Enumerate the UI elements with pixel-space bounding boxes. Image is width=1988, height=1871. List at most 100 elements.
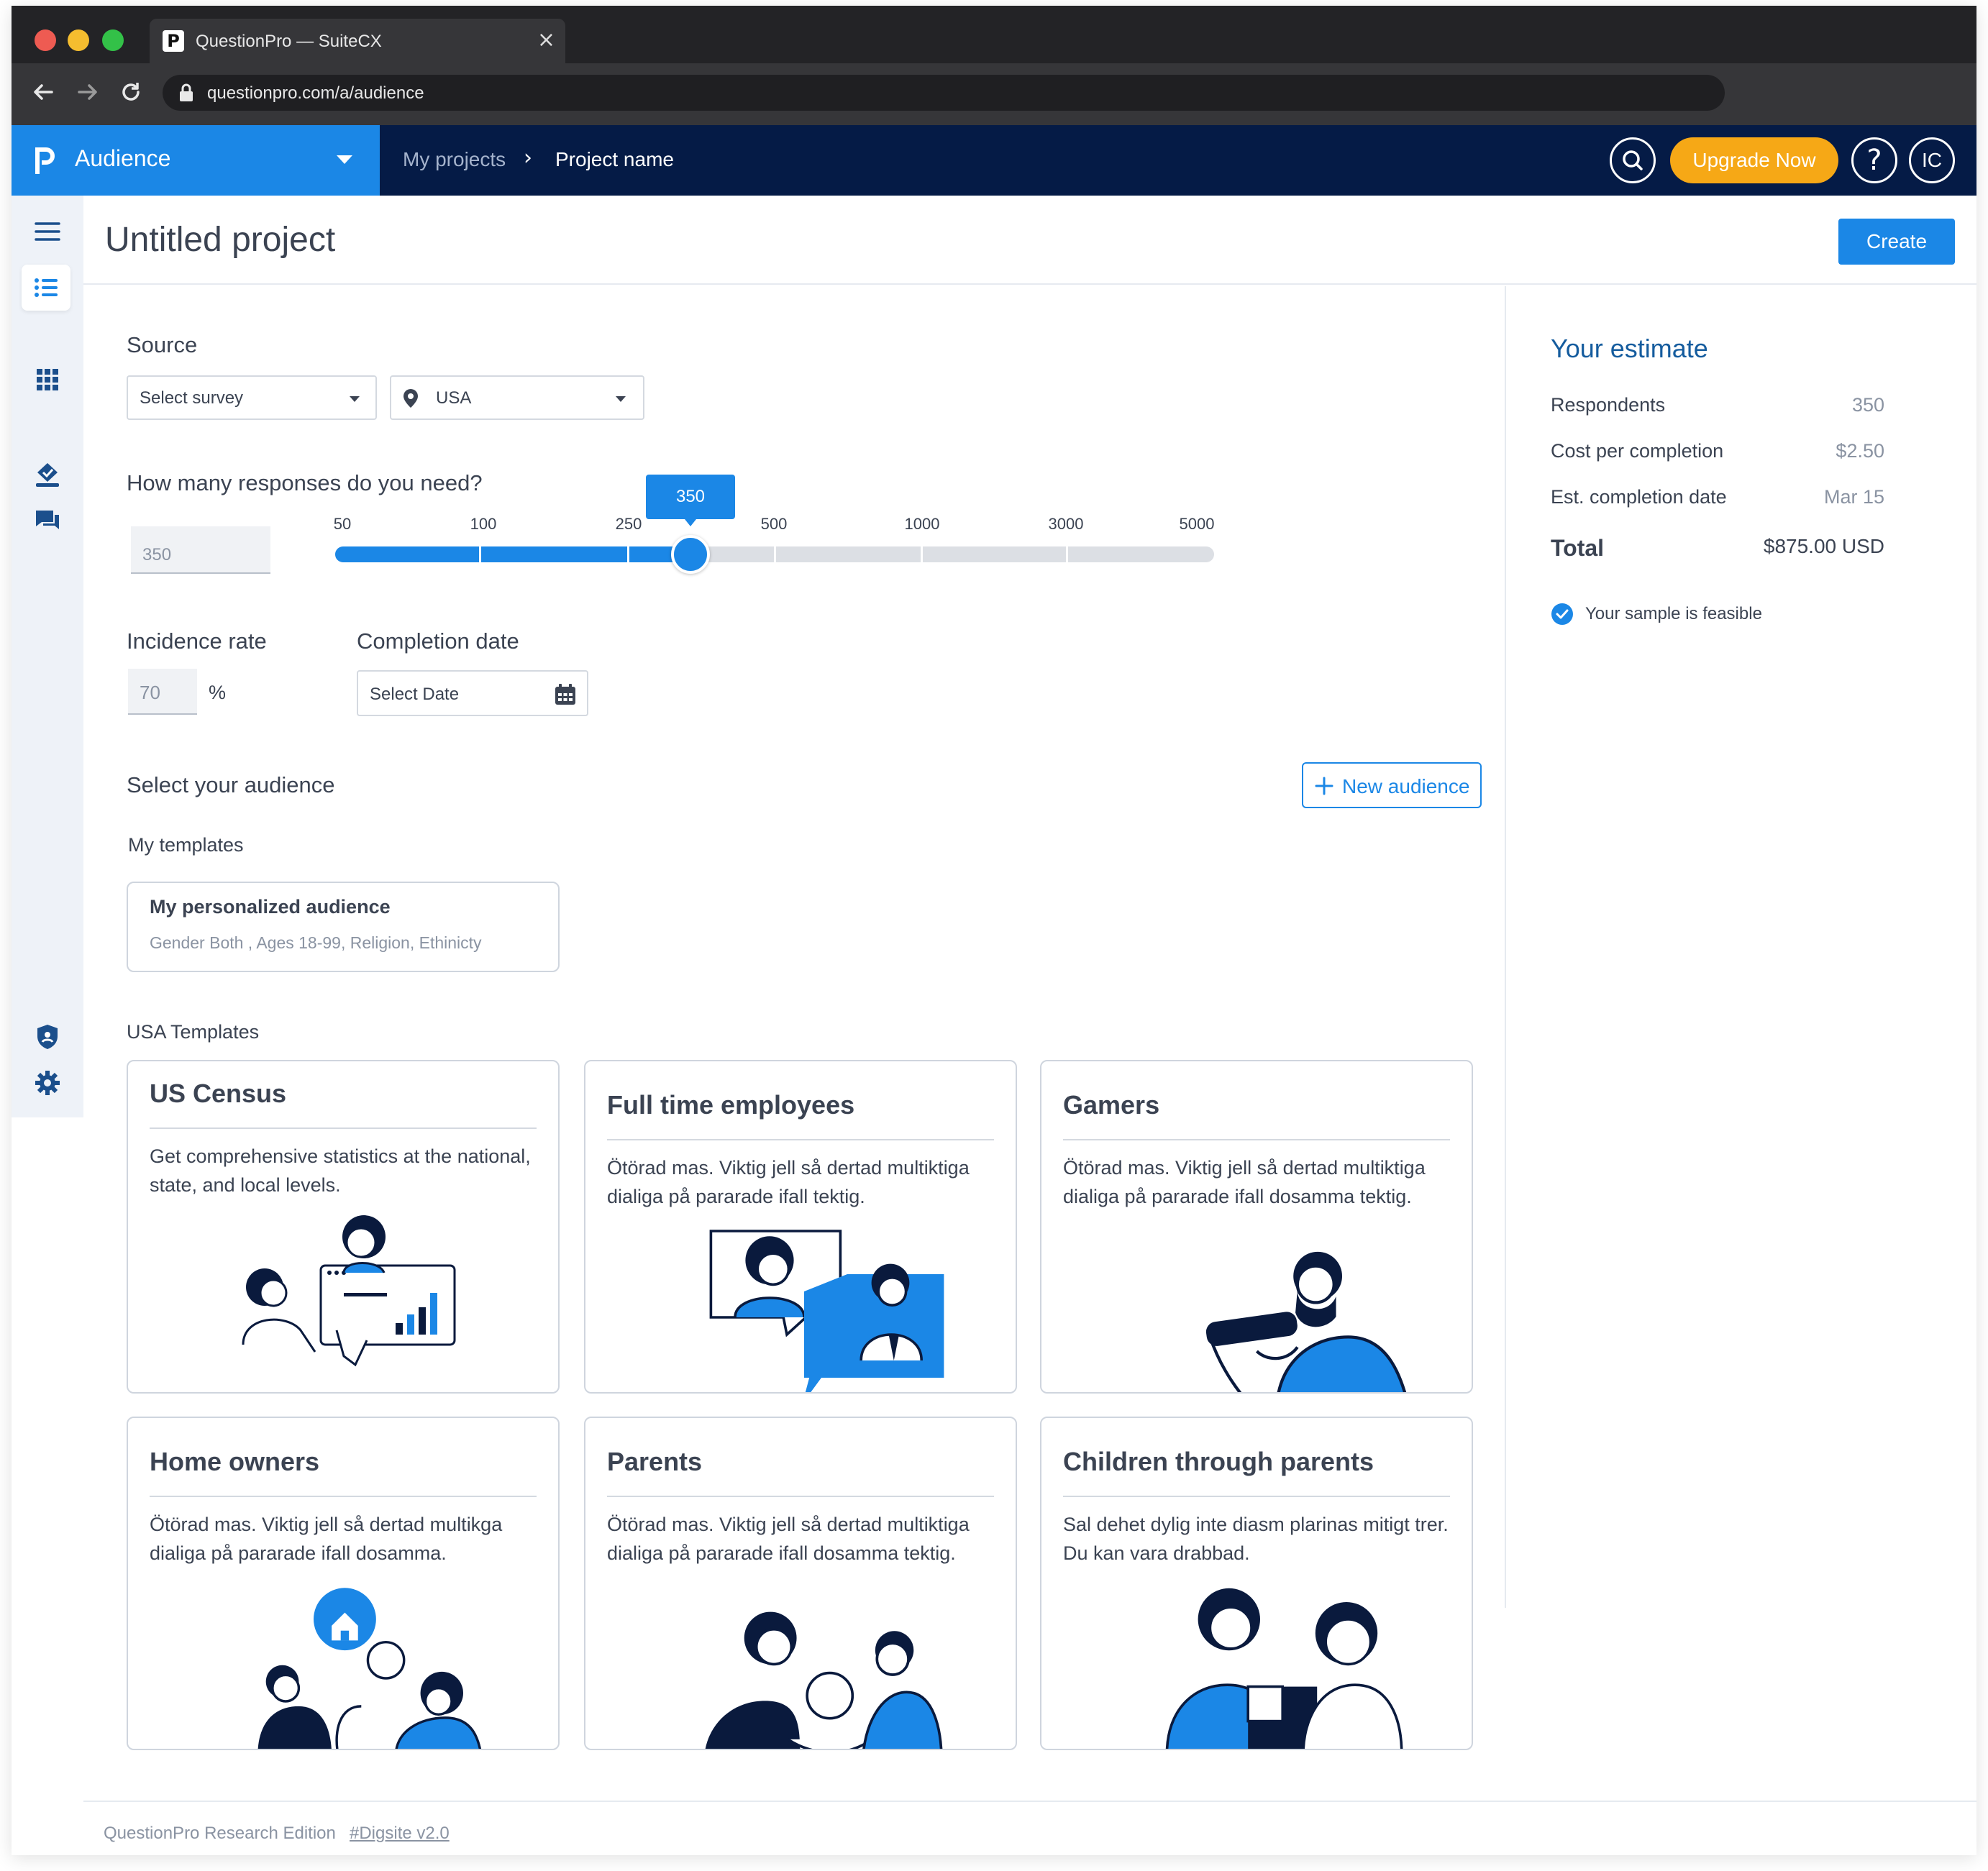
shield-icon[interactable]: [33, 1023, 62, 1051]
product-switcher[interactable]: Audience: [12, 125, 380, 196]
home-owners-illustration-icon: [257, 1588, 482, 1749]
card-divider: [1063, 1496, 1450, 1497]
slider-tick-label: 250: [615, 515, 642, 533]
back-arrow-icon[interactable]: [30, 79, 56, 111]
estimate-value: 350: [1851, 394, 1884, 416]
card-divider: [1063, 1139, 1450, 1140]
card-divider: [150, 1496, 537, 1497]
card-divider: [607, 1139, 994, 1140]
card-title: Gamers: [1063, 1090, 1160, 1120]
url-field[interactable]: questionpro.com/a/audience: [163, 75, 1725, 111]
card-divider: [607, 1496, 994, 1497]
template-card-gamers[interactable]: Gamers Ötörad mas. Viktig jell så dertad…: [1040, 1060, 1473, 1394]
estimate-title: Your estimate: [1551, 334, 1708, 363]
footer-edition: QuestionPro Research Edition: [104, 1824, 336, 1843]
chat-icon[interactable]: [33, 506, 62, 535]
template-card-us-census[interactable]: US Census Get comprehensive statistics a…: [127, 1060, 560, 1394]
card-title: US Census: [150, 1079, 287, 1108]
slider-tick-label: 50: [333, 515, 352, 533]
country-select[interactable]: USA: [390, 375, 644, 420]
card-divider: [150, 1127, 537, 1129]
completion-date-placeholder: Select Date: [370, 685, 460, 704]
estimate-divider: [1505, 286, 1506, 1608]
card-title: Full time employees: [607, 1090, 855, 1120]
browser-addressbar: questionpro.com/a/audience: [12, 63, 1976, 125]
slider-segment-divider: [627, 546, 629, 562]
responses-heading: How many responses do you need?: [127, 470, 483, 495]
product-name: Audience: [75, 145, 171, 171]
minimize-window-button[interactable]: [68, 29, 89, 51]
total-label: Total: [1551, 535, 1605, 561]
page-titlebar: Untitled project Create: [83, 196, 1976, 285]
card-desc: Ötörad mas. Viktig jell så dertad multik…: [607, 1514, 970, 1564]
chevron-down-icon: [350, 396, 360, 402]
my-templates-heading: My templates: [128, 834, 244, 856]
location-pin-icon: [403, 389, 418, 408]
forward-arrow-icon[interactable]: [75, 79, 101, 111]
list-icon: [32, 273, 60, 302]
search-icon: [1623, 150, 1643, 170]
completion-heading: Completion date: [357, 628, 519, 654]
chevron-down-icon: [337, 155, 352, 164]
maximize-window-button[interactable]: [102, 29, 124, 51]
card-desc: Sal dehet dylig inte diasm plarinas miti…: [1063, 1514, 1449, 1564]
card-desc: Ötörad mas. Viktig jell så dertad multik…: [150, 1514, 503, 1564]
search-button[interactable]: [1610, 137, 1656, 183]
slider-tick-label: 1000: [904, 515, 940, 533]
percent-unit: %: [209, 682, 227, 703]
audience-heading: Select your audience: [127, 772, 335, 797]
responses-slider-handle[interactable]: [671, 535, 710, 574]
incidence-input[interactable]: 70: [128, 669, 197, 715]
favicon-icon: P: [163, 30, 184, 52]
card-title: Children through parents: [1063, 1447, 1374, 1476]
menu-icon[interactable]: [33, 217, 62, 246]
chevron-down-icon: [616, 396, 626, 402]
survey-select[interactable]: Select survey: [127, 375, 377, 420]
survey-select-value: Select survey: [140, 388, 244, 408]
grid-icon[interactable]: [33, 365, 62, 394]
estimate-label: Cost per completion: [1551, 440, 1724, 462]
left-rail: [12, 196, 83, 1117]
card-title: Parents: [607, 1447, 703, 1476]
template-card-full-time-employees[interactable]: Full time employees Ötörad mas. Viktig j…: [584, 1060, 1017, 1394]
card-title: Home owners: [150, 1447, 320, 1476]
responses-input[interactable]: 350: [131, 526, 270, 574]
footer-version-link[interactable]: #Digsite v2.0: [350, 1824, 450, 1844]
slider-tick-label: 5000: [1179, 515, 1215, 533]
new-audience-button[interactable]: New audience: [1302, 762, 1482, 808]
usa-templates-heading: USA Templates: [127, 1021, 260, 1043]
slider-segment-divider: [1066, 546, 1068, 562]
gamers-illustration-icon: [1205, 1251, 1407, 1392]
template-card-children-through-parents[interactable]: Children through parents Sal dehet dylig…: [1040, 1417, 1473, 1750]
completion-date-field[interactable]: Select Date: [357, 670, 588, 716]
avatar[interactable]: IC: [1909, 137, 1955, 183]
create-button[interactable]: Create: [1838, 219, 1955, 265]
breadcrumb-my-projects[interactable]: My projects: [403, 148, 506, 171]
tab-title: QuestionPro — SuiteCX: [196, 32, 382, 51]
slider-tick-label: 100: [470, 515, 497, 533]
gear-icon[interactable]: [33, 1069, 62, 1097]
tab-close-icon[interactable]: ×: [537, 27, 555, 52]
slider-tick-label: 3000: [1048, 515, 1084, 533]
upgrade-now-button[interactable]: Upgrade Now: [1670, 137, 1838, 183]
responses-slider-fill: [335, 546, 690, 562]
total-value: $875.00 USD: [1763, 535, 1884, 557]
page-title[interactable]: Untitled project: [105, 220, 335, 260]
personalized-audience-card[interactable]: My personalized audience Gender Both , A…: [127, 882, 560, 972]
template-card-home-owners[interactable]: Home owners Ötörad mas. Viktig jell så d…: [127, 1417, 560, 1750]
responses-slider-track[interactable]: [335, 546, 1214, 562]
calendar-icon[interactable]: [554, 683, 577, 706]
ballot-icon[interactable]: [33, 460, 62, 489]
browser-tab[interactable]: P QuestionPro — SuiteCX ×: [150, 19, 565, 63]
employees-illustration-icon: [709, 1230, 944, 1392]
estimate-value: Mar 15: [1823, 486, 1884, 508]
close-window-button[interactable]: [35, 29, 56, 51]
estimate-row-cost: Cost per completion $2.50: [1551, 440, 1884, 469]
lock-icon: [180, 83, 193, 101]
card-desc: Ötörad mas. Viktig jell så dertad multik…: [607, 1157, 970, 1207]
incidence-heading: Incidence rate: [127, 628, 267, 654]
reload-icon[interactable]: [118, 79, 144, 111]
template-card-parents[interactable]: Parents Ötörad mas. Viktig jell så derta…: [584, 1417, 1017, 1750]
slider-value-tooltip: 350: [646, 475, 735, 526]
help-button[interactable]: ?: [1851, 137, 1897, 183]
